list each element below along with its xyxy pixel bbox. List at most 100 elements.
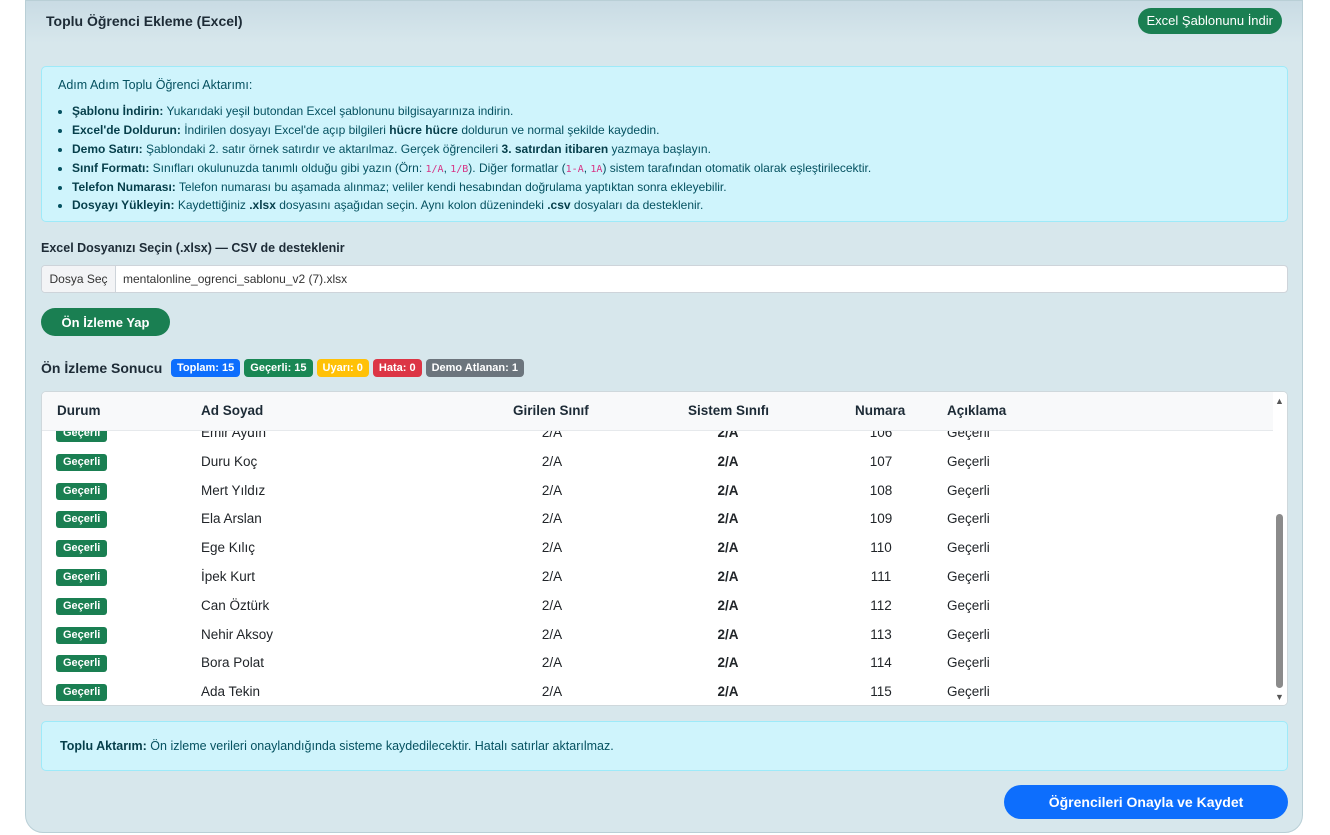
status-badge: Geçerli: [56, 568, 108, 586]
status-badge: Geçerli: [56, 597, 108, 615]
cell-note: Geçerli: [947, 626, 990, 642]
cell-name: Ege Kılıç: [201, 540, 256, 556]
table-row: Geçerli Can Öztürk 2/A 2/A 112 Geçerli: [42, 592, 1273, 621]
count-badge: Uyarı: 0: [316, 359, 369, 377]
confirm-save-button[interactable]: Öğrencileri Onayla ve Kaydet: [1004, 785, 1288, 819]
cell-system: 2/A: [717, 511, 739, 527]
cell-number: 114: [870, 655, 892, 671]
bulk-import-card: Toplu Öğrenci Ekleme (Excel) Excel Şablo…: [25, 0, 1303, 833]
cell-name: Bora Polat: [201, 655, 265, 671]
cell-name: Can Öztürk: [201, 597, 270, 613]
table-row: Geçerli İpek Kurt 2/A 2/A 111 Geçerli: [42, 563, 1273, 592]
table-row: Geçerli Ege Kılıç 2/A 2/A 110 Geçerli: [42, 534, 1273, 563]
preview-button[interactable]: Ön İzleme Yap: [41, 308, 170, 336]
cell-entered: 2/A: [541, 482, 563, 498]
preview-result-title: Ön İzleme Sonucu: [41, 360, 163, 376]
status-badge: Geçerli: [56, 453, 108, 471]
instruction-item: Dosyayı Yükleyin: Kaydettiğiniz .xlsx do…: [72, 196, 871, 215]
page-title: Toplu Öğrenci Ekleme (Excel): [46, 13, 243, 29]
cell-name: Ela Arslan: [201, 511, 262, 527]
cell-system: 2/A: [717, 597, 739, 613]
status-badge: Geçerli: [56, 540, 108, 558]
instruction-item: Telefon Numarası: Telefon numarası bu aş…: [72, 178, 871, 197]
cell-note: Geçerli: [947, 540, 990, 556]
cell-number: 113: [870, 626, 892, 642]
count-badge: Hata: 0: [372, 359, 422, 377]
instructions-list: Şablonu İndirin: Yukarıdaki yeşil butond…: [56, 102, 871, 215]
table-row: Geçerli Nehir Aksoy 2/A 2/A 113 Geçerli: [42, 621, 1273, 650]
cell-name: İpek Kurt: [201, 568, 256, 584]
table-header: Durum Ad Soyad Girilen Sınıf Sistem Sını…: [42, 392, 1273, 431]
header-status: Durum: [57, 403, 101, 418]
status-badge: Geçerli: [56, 655, 108, 673]
cell-system: 2/A: [717, 453, 739, 469]
cell-system: 2/A: [717, 626, 739, 642]
cell-note: Geçerli: [947, 511, 990, 527]
cell-entered: 2/A: [541, 597, 563, 613]
instruction-item: Demo Satırı: Şablondaki 2. satır örnek s…: [72, 140, 871, 159]
choose-file-button[interactable]: Dosya Seç: [42, 266, 116, 292]
file-input[interactable]: Dosya Seç mentalonline_ogrenci_sablonu_v…: [41, 265, 1288, 293]
cell-system: 2/A: [717, 540, 739, 556]
status-badge: Geçerli: [56, 684, 108, 702]
instruction-item: Şablonu İndirin: Yukarıdaki yeşil butond…: [72, 102, 871, 121]
cell-entered: 2/A: [541, 626, 563, 642]
cell-entered: 2/A: [541, 540, 563, 556]
cell-number: 115: [870, 684, 892, 700]
count-badge: Geçerli: 15: [244, 359, 313, 377]
cell-system: 2/A: [717, 655, 739, 671]
cell-note: Geçerli: [947, 453, 990, 469]
count-badge: Demo Atlanan: 1: [425, 359, 524, 377]
header-name: Ad Soyad: [201, 403, 264, 418]
scroll-down-icon[interactable]: ▼: [1275, 692, 1284, 702]
table-row: Geçerli Ada Tekin 2/A 2/A 115 Geçerli: [42, 678, 1273, 705]
status-badge: Geçerli: [56, 626, 108, 644]
header-number: Numara: [855, 403, 906, 418]
scrollbar-thumb[interactable]: [1276, 514, 1283, 688]
cell-name: Duru Koç: [201, 453, 258, 469]
table-row: Geçerli Bora Polat 2/A 2/A 114 Geçerli: [42, 649, 1273, 678]
header-system-class: Sistem Sınıfı: [688, 403, 770, 418]
preview-table[interactable]: Durum Ad Soyad Girilen Sınıf Sistem Sını…: [41, 391, 1288, 706]
cell-note: Geçerli: [947, 597, 990, 613]
count-badge: Toplam: 15: [171, 359, 241, 377]
cell-entered: 2/A: [541, 568, 563, 584]
cell-number: 110: [870, 540, 892, 556]
cell-number: 111: [870, 568, 892, 584]
table-row: Geçerli Mert Yıldız 2/A 2/A 108 Geçerli: [42, 477, 1273, 506]
table-body: Geçerli Emir Aydın 2/A 2/A 106 Geçerli Geçerli…: [42, 419, 1273, 705]
cell-note: Geçerli: [947, 568, 990, 584]
cell-number: 112: [870, 597, 892, 613]
cell-note: Geçerli: [947, 684, 990, 700]
instruction-item: Excel'de Doldurun: İndirilen dosyayı Exc…: [72, 121, 871, 140]
cell-entered: 2/A: [541, 453, 563, 469]
cell-system: 2/A: [717, 482, 739, 498]
import-notice: Toplu Aktarım: Ön izleme verileri onayla…: [41, 721, 1288, 771]
cell-note: Geçerli: [947, 482, 990, 498]
instructions-heading: Adım Adım Toplu Öğrenci Aktarımı:: [58, 78, 253, 92]
cell-name: Ada Tekin: [201, 684, 261, 700]
table-row: Geçerli Duru Koç 2/A 2/A 107 Geçerli: [42, 448, 1273, 477]
cell-number: 107: [869, 453, 893, 469]
file-label: Excel Dosyanızı Seçin (.xlsx) — CSV de d…: [41, 241, 345, 255]
cell-name: Mert Yıldız: [201, 482, 266, 498]
result-badges: Toplam: 15 Geçerli: 15 Uyarı: 0 Hata: 0 Demo…: [171, 359, 524, 377]
cell-system: 2/A: [717, 684, 739, 700]
cell-entered: 2/A: [541, 511, 563, 527]
instructions-box: Adım Adım Toplu Öğrenci Aktarımı: Şablon…: [41, 66, 1288, 222]
download-template-button[interactable]: Excel Şablonunu İndir: [1137, 8, 1282, 34]
status-badge: Geçerli: [56, 482, 108, 500]
cell-entered: 2/A: [541, 655, 563, 671]
cell-entered: 2/A: [541, 684, 563, 700]
cell-number: 109: [869, 511, 893, 527]
cell-number: 108: [869, 482, 893, 498]
table-row: Geçerli Ela Arslan 2/A 2/A 109 Geçerli: [42, 505, 1273, 534]
scroll-up-icon[interactable]: ▲: [1275, 396, 1284, 406]
cell-note: Geçerli: [947, 655, 990, 671]
card-header: Toplu Öğrenci Ekleme (Excel) Excel Şablo…: [26, 1, 1302, 43]
header-description: Açıklama: [947, 403, 1007, 418]
header-entered-class: Girilen Sınıf: [513, 403, 589, 418]
instruction-item: Sınıf Formatı: Sınıfları okulunuzda tanı…: [72, 159, 871, 178]
table-scrollbar[interactable]: ▲ ▼: [1271, 392, 1287, 705]
status-badge: Geçerli: [56, 511, 108, 529]
